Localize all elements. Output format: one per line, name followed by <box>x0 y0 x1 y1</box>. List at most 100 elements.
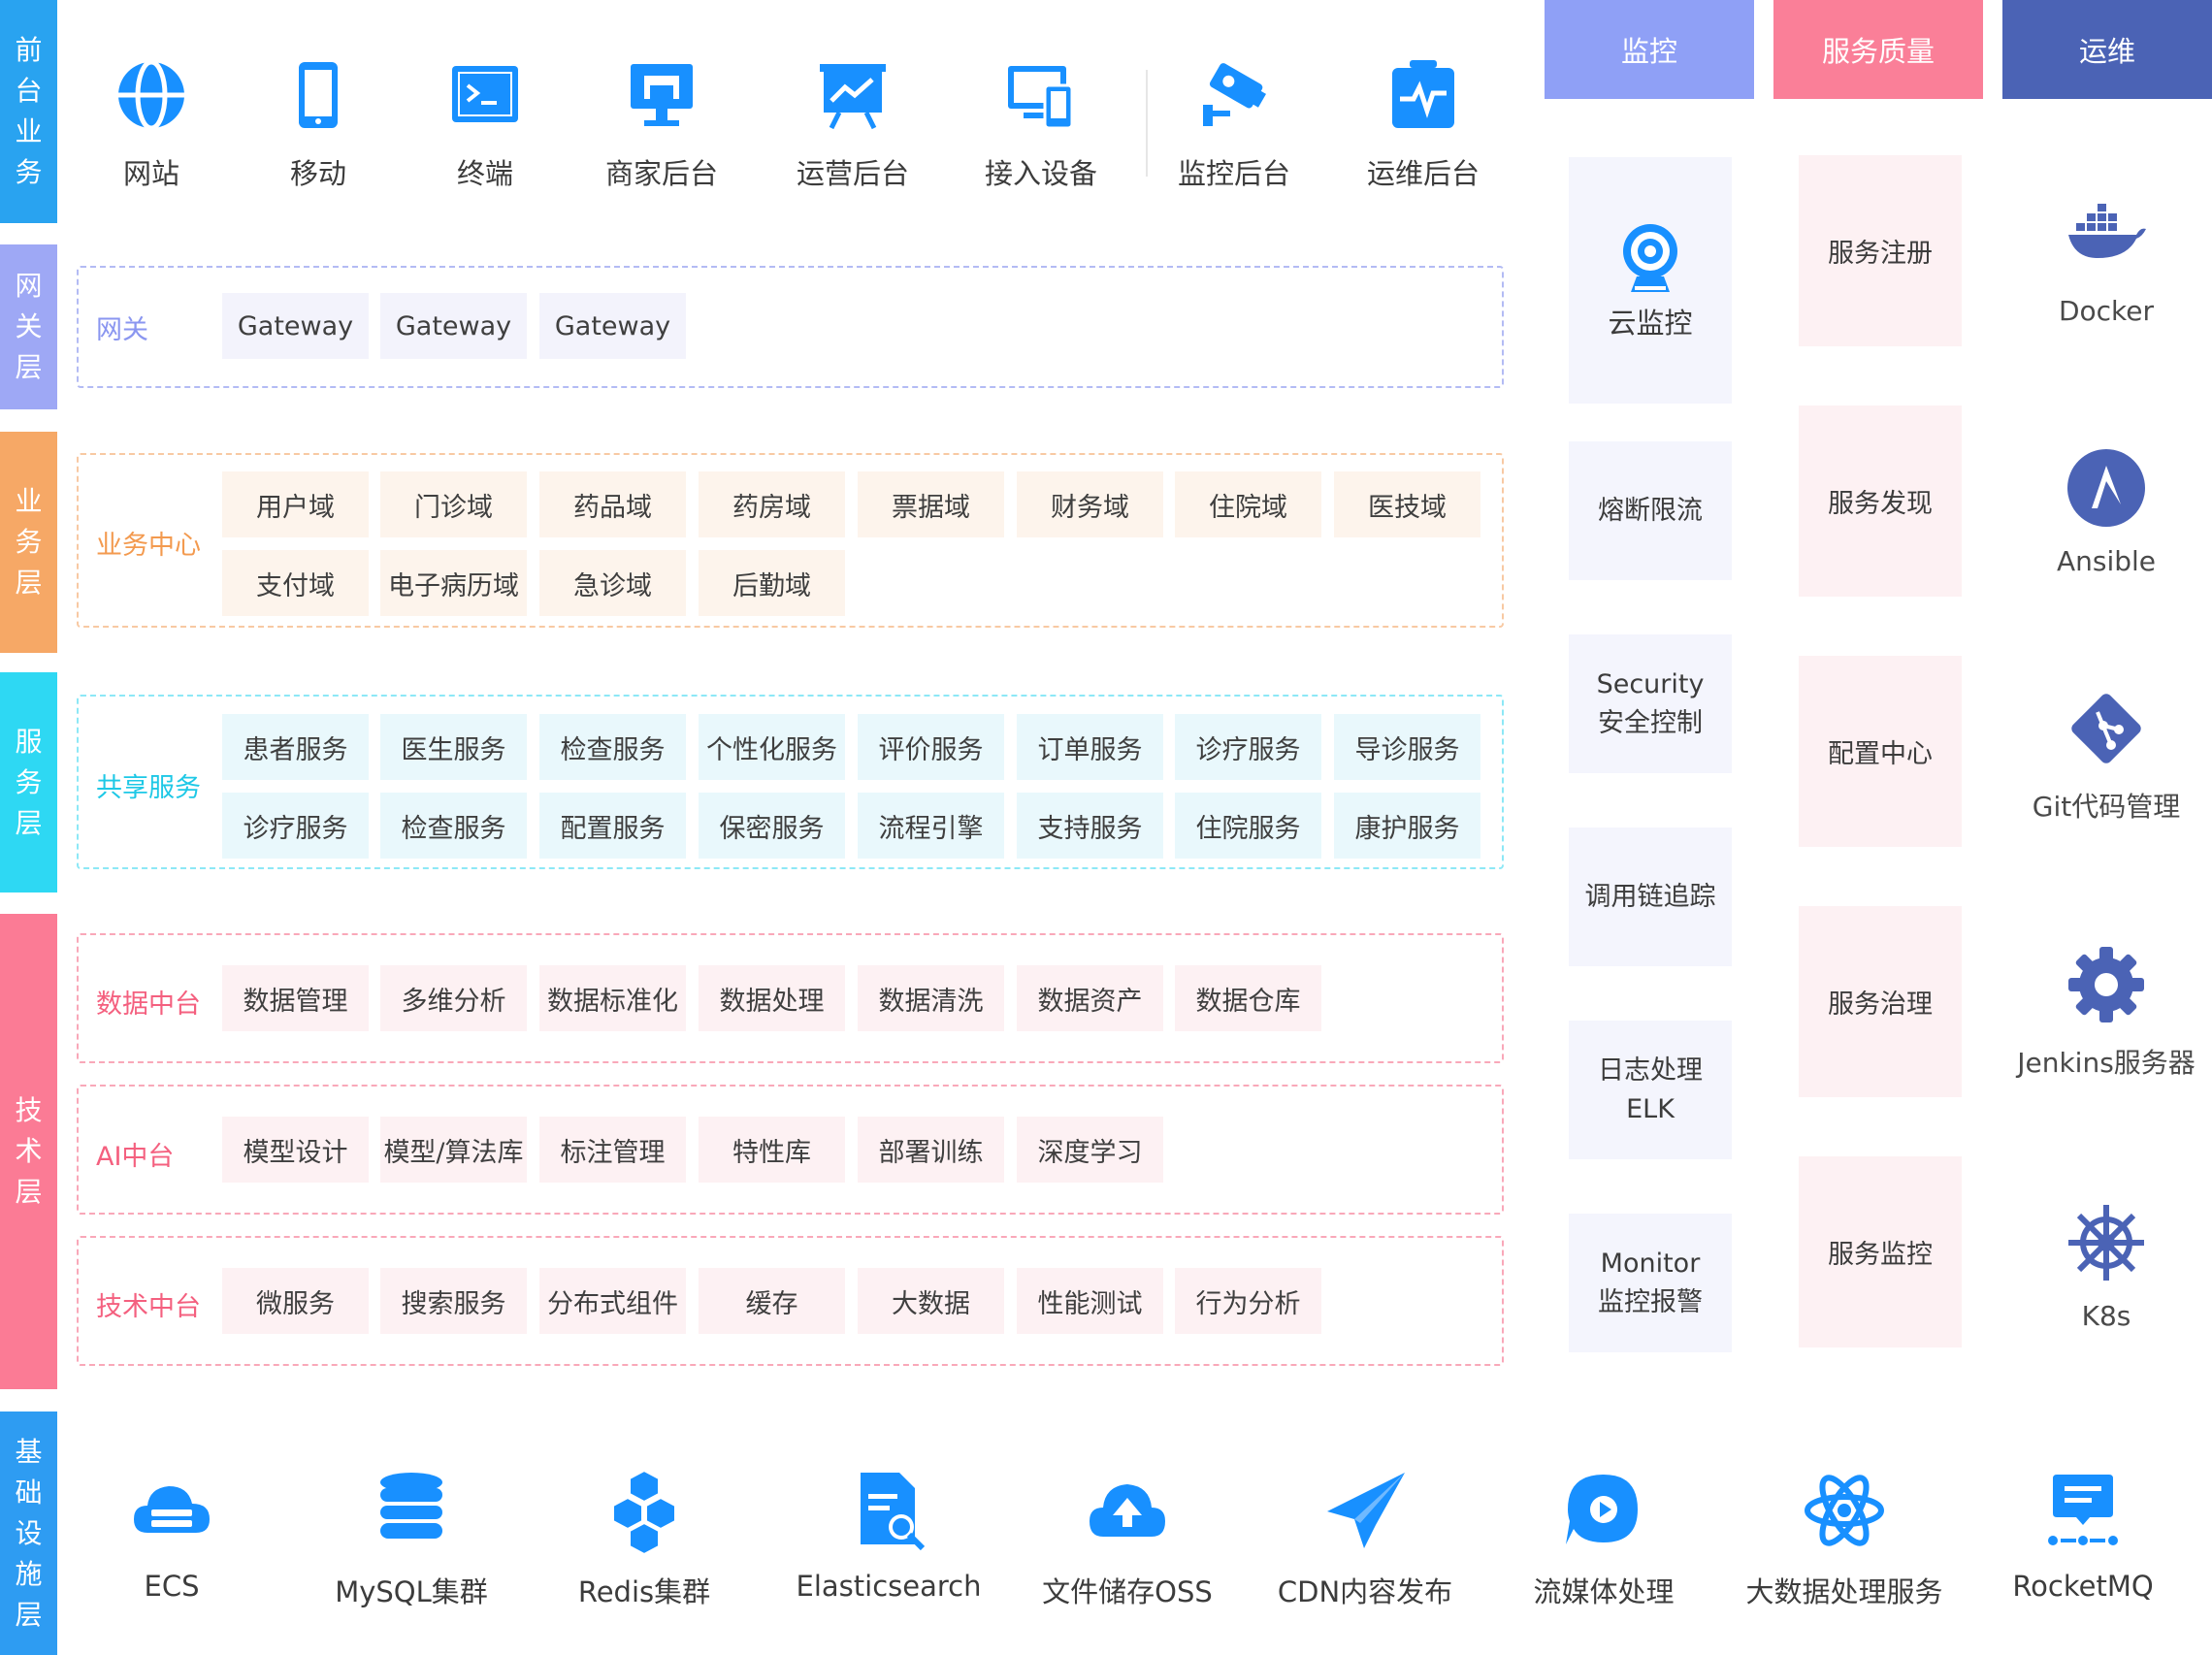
shared-service-item[interactable]: 患者服务 <box>222 714 369 780</box>
monitor-card-label: Monitor <box>1600 1248 1701 1279</box>
business-domain-item[interactable]: 电子病历域 <box>380 550 527 616</box>
business-domain-item[interactable]: 急诊域 <box>539 550 686 616</box>
ai-platform-item[interactable]: 模型设计 <box>222 1117 369 1183</box>
shared-service-item[interactable]: 个性化服务 <box>699 714 845 780</box>
infra-item-streaming[interactable]: 流媒体处理 <box>1492 1467 1715 1610</box>
ai-platform-item[interactable]: 模型/算法库 <box>380 1117 527 1183</box>
business-domain-item[interactable]: 票据域 <box>858 471 1004 537</box>
ai-platform-item[interactable]: 部署训练 <box>858 1117 1004 1183</box>
tech-platform-item[interactable]: 搜索服务 <box>380 1268 527 1334</box>
data-platform-item[interactable]: 数据标准化 <box>539 965 686 1031</box>
business-domain-item[interactable]: 财务域 <box>1017 471 1163 537</box>
infra-item-label: 文件储存OSS <box>1042 1575 1213 1608</box>
column-header-monitor[interactable]: 监控 <box>1545 0 1754 99</box>
shared-service-item[interactable]: 导诊服务 <box>1334 714 1480 780</box>
business-domain-item[interactable]: 药品域 <box>539 471 686 537</box>
shared-service-item[interactable]: 流程引擎 <box>858 793 1004 859</box>
layer-bar-service: 服务层 <box>0 672 57 892</box>
tech-platform-item[interactable]: 缓存 <box>699 1268 845 1334</box>
ai-platform-item[interactable]: 标注管理 <box>539 1117 686 1183</box>
quality-card[interactable]: 服务发现 <box>1799 406 1962 597</box>
ops-item-jenkins[interactable]: Jenkins服务器 <box>2001 941 2212 1081</box>
shared-service-item[interactable]: 检查服务 <box>380 793 527 859</box>
business-domain-item[interactable]: 后勤域 <box>699 550 845 616</box>
business-domain-item[interactable]: 用户域 <box>222 471 369 537</box>
quality-card[interactable]: 服务监控 <box>1799 1156 1962 1347</box>
shared-service-item[interactable]: 订单服务 <box>1017 714 1163 780</box>
front-item-merchant[interactable]: 商家后台 <box>579 56 744 192</box>
front-item-terminal[interactable]: 终端 <box>403 56 568 192</box>
data-platform-item[interactable]: 多维分析 <box>380 965 527 1031</box>
monitor-card[interactable]: Monitor 监控报警 <box>1569 1214 1732 1352</box>
shared-service-item[interactable]: 支持服务 <box>1017 793 1163 859</box>
infra-item-rocketmq[interactable]: RocketMQ <box>1971 1467 2195 1603</box>
tech-platform-item[interactable]: 分布式组件 <box>539 1268 686 1334</box>
infra-item-elasticsearch[interactable]: Elasticsearch <box>777 1467 1000 1603</box>
data-platform-item[interactable]: 数据管理 <box>222 965 369 1031</box>
infra-item-cdn[interactable]: CDN内容发布 <box>1253 1467 1477 1610</box>
business-domain-item[interactable]: 门诊域 <box>380 471 527 537</box>
shared-service-item[interactable]: 检查服务 <box>539 714 686 780</box>
shared-service-item[interactable]: 诊疗服务 <box>222 793 369 859</box>
shared-service-item[interactable]: 诊疗服务 <box>1175 714 1321 780</box>
business-domain-item[interactable]: 医技域 <box>1334 471 1480 537</box>
infra-item-ecs[interactable]: ECS <box>60 1467 283 1603</box>
ops-item-ansible[interactable]: Ansible <box>2001 444 2212 577</box>
column-header-ops[interactable]: 运维 <box>2002 0 2212 99</box>
ops-item-docker[interactable]: Docker <box>2001 194 2212 327</box>
gateway-item[interactable]: Gateway <box>380 293 527 359</box>
ops-item-k8s[interactable]: K8s <box>2001 1199 2212 1332</box>
shared-service-item[interactable]: 配置服务 <box>539 793 686 859</box>
gateway-label: 网关 <box>96 315 148 345</box>
front-item-label: 网站 <box>122 157 179 190</box>
front-item-device[interactable]: 接入设备 <box>959 56 1123 192</box>
shared-service-item[interactable]: 康护服务 <box>1334 793 1480 859</box>
tech-platform-item[interactable]: 行为分析 <box>1175 1268 1321 1334</box>
git-icon <box>2063 685 2150 772</box>
front-item-ops-admin[interactable]: 运维后台 <box>1341 56 1506 192</box>
service-label: 共享服务 <box>96 773 201 803</box>
data-platform-item[interactable]: 数据清洗 <box>858 965 1004 1031</box>
infra-item-mysql[interactable]: MySQL集群 <box>300 1467 523 1610</box>
monitor-card-cloud[interactable]: 云监控 <box>1569 157 1732 404</box>
shared-service-item[interactable]: 保密服务 <box>699 793 845 859</box>
business-domain-item[interactable]: 支付域 <box>222 550 369 616</box>
front-item-mobile[interactable]: 移动 <box>236 56 401 192</box>
quality-card[interactable]: 配置中心 <box>1799 656 1962 847</box>
gear-icon <box>2063 941 2150 1028</box>
doc-search-icon <box>845 1467 932 1554</box>
shared-service-item[interactable]: 住院服务 <box>1175 793 1321 859</box>
business-domain-item[interactable]: 药房域 <box>699 471 845 537</box>
data-platform-item[interactable]: 数据资产 <box>1017 965 1163 1031</box>
tech-platform-item[interactable]: 性能测试 <box>1017 1268 1163 1334</box>
shared-service-item[interactable]: 评价服务 <box>858 714 1004 780</box>
front-item-operation[interactable]: 运营后台 <box>770 56 935 192</box>
front-item-website[interactable]: 网站 <box>69 56 234 192</box>
data-platform-item[interactable]: 数据处理 <box>699 965 845 1031</box>
column-header-quality[interactable]: 服务质量 <box>1773 0 1983 99</box>
ai-platform-item[interactable]: 深度学习 <box>1017 1117 1163 1183</box>
monitor-card[interactable]: 熔断限流 <box>1569 441 1732 580</box>
infra-item-oss[interactable]: 文件储存OSS <box>1016 1467 1239 1610</box>
shared-service-item[interactable]: 医生服务 <box>380 714 527 780</box>
front-item-monitor-admin[interactable]: 监控后台 <box>1152 56 1317 192</box>
quality-card[interactable]: 服务注册 <box>1799 155 1962 346</box>
layer-bar-infra: 基础设施层 <box>0 1412 57 1655</box>
quality-card[interactable]: 服务治理 <box>1799 906 1962 1097</box>
monitor-card-label: 调用链追踪 <box>1584 881 1716 912</box>
tech-platform-item[interactable]: 大数据 <box>858 1268 1004 1334</box>
tech-platform-item[interactable]: 微服务 <box>222 1268 369 1334</box>
monitor-card[interactable]: 调用链追踪 <box>1569 828 1732 966</box>
infra-item-redis[interactable]: Redis集群 <box>533 1467 756 1610</box>
business-domain-item[interactable]: 住院域 <box>1175 471 1321 537</box>
ops-item-git[interactable]: Git代码管理 <box>2001 685 2212 825</box>
gateway-item[interactable]: Gateway <box>539 293 686 359</box>
gateway-item[interactable]: Gateway <box>222 293 369 359</box>
infra-item-bigdata[interactable]: 大数据处理服务 <box>1733 1467 1956 1610</box>
data-platform-item[interactable]: 数据仓库 <box>1175 965 1321 1031</box>
docker-icon <box>2063 194 2150 281</box>
ai-platform-item[interactable]: 特性库 <box>699 1117 845 1183</box>
monitor-card-sublabel: 安全控制 <box>1598 707 1703 738</box>
monitor-card[interactable]: 日志处理 ELK <box>1569 1021 1732 1159</box>
monitor-card[interactable]: Security 安全控制 <box>1569 634 1732 773</box>
